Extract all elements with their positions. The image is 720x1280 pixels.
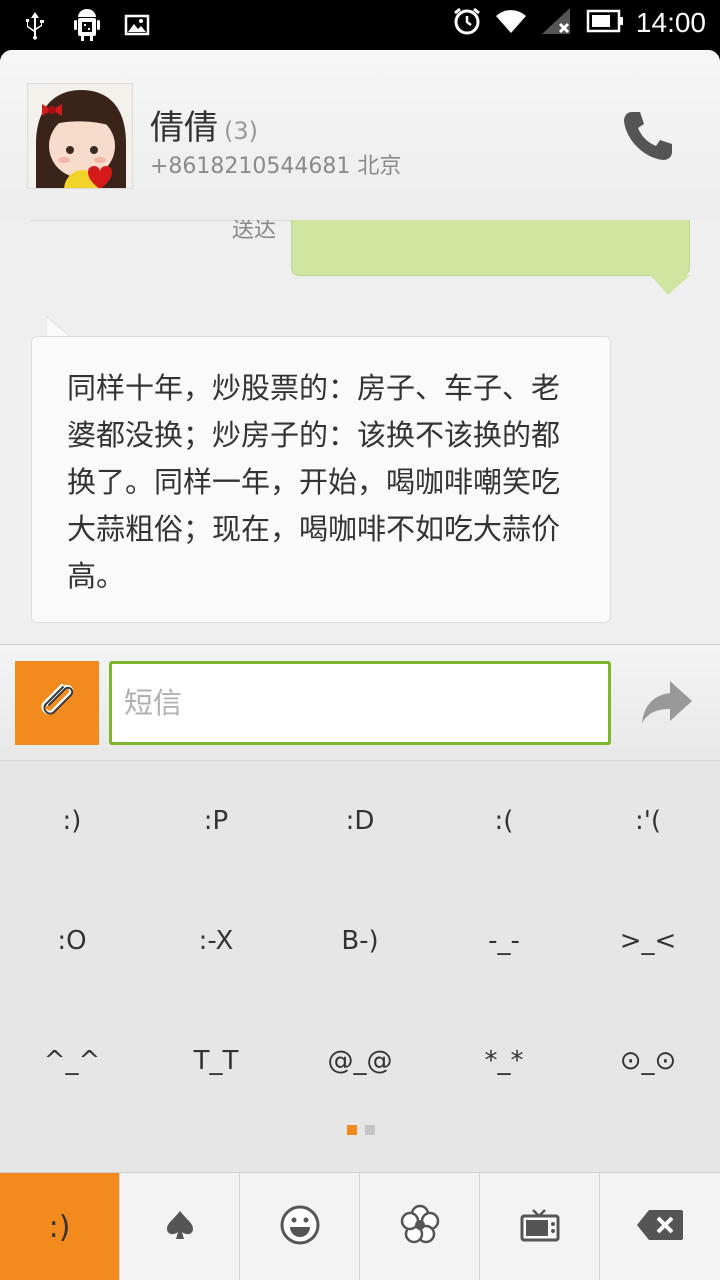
phone-icon [618, 112, 678, 170]
spade-icon [163, 1208, 197, 1246]
page-indicator [347, 1125, 375, 1135]
contact-phone-location: +8618210544681 北京 [150, 154, 402, 179]
send-arrow-icon [636, 681, 696, 737]
contact-name-text: 倩倩 [150, 108, 218, 148]
emoticon[interactable]: :D [288, 761, 432, 881]
tab-backspace[interactable] [600, 1173, 720, 1280]
wifi-icon [494, 7, 528, 39]
battery-icon [586, 9, 624, 37]
received-message-bubble[interactable]: 同样十年，炒股票的：房子、车子、老婆都没换；炒房子的：该换不该换的都换了。同样一… [31, 336, 611, 623]
emoticon-category-tabs: :) [0, 1172, 720, 1280]
emoticon-grid: :) :P :D :( :'( :O :-X B-) -_- >_< ^_^ T… [0, 761, 720, 1121]
received-message-text: 同样十年，炒股票的：房子、车子、老婆都没换；炒房子的：该换不该换的都换了。同样一… [67, 371, 561, 593]
status-bar: 14:00 [0, 0, 720, 50]
emoticon[interactable]: :P [144, 761, 288, 881]
image-icon [124, 12, 150, 42]
emoticon[interactable]: T_T [144, 1001, 288, 1121]
messaging-app: 倩倩 (3) +8618210544681 北京 送达 同样十年，炒股票的：房子、… [0, 50, 720, 1280]
received-bubble-tail [46, 316, 73, 338]
tab-flower[interactable] [360, 1173, 480, 1280]
compose-bar [0, 644, 720, 760]
paperclip-icon [32, 676, 82, 730]
send-button[interactable] [636, 673, 696, 733]
message-input[interactable] [109, 661, 611, 745]
thread-count: (3) [224, 117, 258, 145]
tab-text-emoticons[interactable]: :) [0, 1173, 120, 1280]
emoticon[interactable]: B-) [288, 881, 432, 1001]
page-dot-active [347, 1125, 357, 1135]
emoticon[interactable]: ⊙_⊙ [576, 1001, 720, 1121]
alarm-icon [452, 6, 482, 40]
conversation-list[interactable]: 送达 同样十年，炒股票的：房子、车子、老婆都没换；炒房子的：该换不该换的都换了。… [0, 220, 720, 646]
tab-smiley[interactable] [240, 1173, 360, 1280]
conversation-header: 倩倩 (3) +8618210544681 北京 [0, 50, 720, 220]
page-dot [365, 1125, 375, 1135]
android-debug-icon [72, 8, 102, 46]
tab-tv[interactable] [480, 1173, 600, 1280]
emoticon[interactable]: -_- [432, 881, 576, 1001]
call-button[interactable] [618, 106, 678, 166]
emoticon[interactable]: *_* [432, 1001, 576, 1121]
sent-message-bubble[interactable] [291, 220, 690, 276]
tv-icon [519, 1206, 561, 1248]
delivery-status: 送达 [232, 220, 277, 243]
flower-icon [399, 1204, 441, 1250]
usb-icon [20, 10, 50, 44]
emoticon[interactable]: :) [0, 761, 144, 881]
emoticon[interactable]: :-X [144, 881, 288, 1001]
emoticon[interactable]: @_@ [288, 1001, 432, 1121]
emoticon[interactable]: :O [0, 881, 144, 1001]
contact-name: 倩倩 (3) [150, 100, 258, 149]
emoticon[interactable]: >_< [576, 881, 720, 1001]
signal-icon [540, 6, 574, 40]
tab-spade[interactable] [120, 1173, 240, 1280]
emoticon-panel: :) :P :D :( :'( :O :-X B-) -_- >_< ^_^ T… [0, 760, 720, 1172]
sent-bubble-tail [650, 275, 690, 295]
emoticon-text-icon: :) [48, 1209, 71, 1245]
emoticon[interactable]: :( [432, 761, 576, 881]
emoticon[interactable]: ^_^ [0, 1001, 144, 1121]
emoticon[interactable]: :'( [576, 761, 720, 881]
clock: 14:00 [635, 7, 706, 38]
attach-button[interactable] [15, 661, 99, 745]
backspace-icon [635, 1208, 685, 1246]
smiley-face-icon [279, 1204, 321, 1250]
avatar[interactable] [27, 83, 133, 189]
